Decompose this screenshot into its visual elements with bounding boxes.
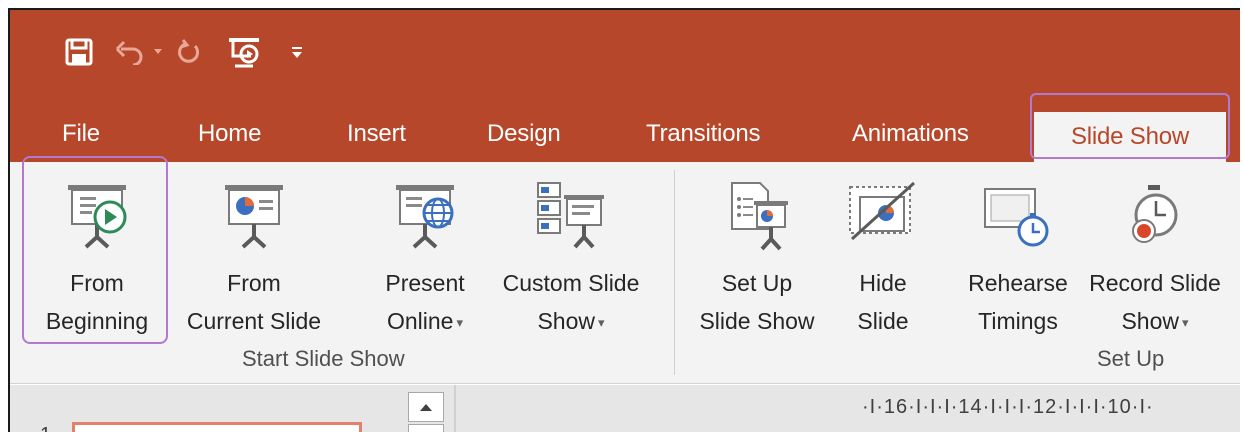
tab-transitions[interactable]: Transitions: [646, 108, 760, 160]
hide-slide-label-2: Slide: [857, 308, 909, 334]
set-up-slide-show-icon: [712, 172, 802, 264]
present-online-button[interactable]: Present Online ▾: [370, 172, 480, 342]
group-label-start-slide-show: Start Slide Show: [242, 346, 405, 371]
dropdown-arrow-icon: ▾: [1182, 314, 1189, 330]
record-slide-show-label-2-text: Show: [1121, 308, 1179, 334]
from-current-slide-button[interactable]: From Current Slide: [170, 172, 338, 340]
rehearse-timings-label-2: Timings: [978, 308, 1058, 334]
undo-icon[interactable]: [115, 32, 145, 72]
present-online-label-2: Online ▾: [387, 302, 463, 342]
from-current-slide-icon: [209, 172, 299, 264]
group-label-set-up: Set Up: [1097, 346, 1165, 371]
tab-file[interactable]: File: [62, 108, 100, 160]
rehearse-timings-label-1: Rehearse: [968, 270, 1068, 296]
set-up-slide-show-label-2: Slide Show: [699, 308, 815, 334]
hide-slide-icon: [838, 172, 928, 264]
from-beginning-highlight-outline: [22, 156, 168, 344]
undo-dropdown-icon[interactable]: [153, 32, 163, 72]
redo-icon[interactable]: [177, 32, 201, 72]
set-up-slide-show-label-1: Set Up: [721, 270, 793, 296]
rehearse-timings-button[interactable]: Rehearse Timings: [958, 172, 1078, 340]
record-slide-show-button[interactable]: Record Slide Show ▾: [1080, 172, 1230, 342]
tab-insert[interactable]: Insert: [347, 108, 406, 160]
present-online-label-2-text: Online: [386, 308, 454, 334]
set-up-slide-show-button[interactable]: Set Up Slide Show: [682, 172, 832, 340]
custom-slide-show-button[interactable]: Custom Slide Show ▾: [486, 172, 656, 342]
slide-thumbnail[interactable]: [72, 422, 362, 432]
pane-divider[interactable]: [454, 385, 456, 432]
hide-slide-label-1: Hide: [859, 270, 907, 296]
from-current-slide-label-2: Current Slide: [186, 308, 322, 334]
custom-slide-show-label-2-text: Show: [537, 308, 595, 334]
chevron-up-icon: [420, 404, 432, 411]
present-online-label-1: Present: [385, 270, 465, 296]
tab-animations[interactable]: Animations: [852, 108, 969, 160]
present-online-icon: [380, 172, 470, 264]
slide-thumbnail-number: 1: [40, 424, 51, 432]
tab-highlight-outline: [1030, 93, 1230, 159]
tab-design[interactable]: Design: [487, 108, 561, 160]
scroll-up-button[interactable]: [408, 392, 444, 422]
from-current-slide-label-1: From: [227, 270, 281, 296]
record-slide-show-icon: [1110, 172, 1200, 264]
start-from-beginning-icon[interactable]: [227, 32, 261, 72]
record-slide-show-label-1: Record Slide: [1089, 270, 1221, 296]
save-icon[interactable]: [65, 32, 93, 72]
group-separator: [674, 170, 675, 375]
horizontal-ruler: ·I·16·I·I·I·14·I·I·I·12·I·I·I·10·I·: [862, 396, 1154, 418]
tab-home[interactable]: Home: [198, 108, 261, 160]
customize-qat-icon[interactable]: [291, 32, 303, 72]
ribbon-panel: From Beginning From Current Slide Presen…: [10, 162, 1240, 384]
rehearse-timings-icon: [973, 172, 1063, 264]
record-slide-show-label-2: Show ▾: [1121, 302, 1188, 342]
custom-slide-show-icon: [526, 172, 616, 264]
dropdown-arrow-icon: ▾: [456, 314, 463, 330]
hide-slide-button[interactable]: Hide Slide: [838, 172, 928, 340]
powerpoint-window: File Home Insert Design Transitions Anim…: [8, 8, 1240, 432]
custom-slide-show-label-1: Custom Slide: [502, 270, 640, 296]
dropdown-arrow-icon: ▾: [598, 314, 605, 330]
custom-slide-show-label-2: Show ▾: [537, 302, 604, 342]
scrollbar-track[interactable]: [408, 424, 444, 432]
quick-access-toolbar: [65, 32, 325, 72]
